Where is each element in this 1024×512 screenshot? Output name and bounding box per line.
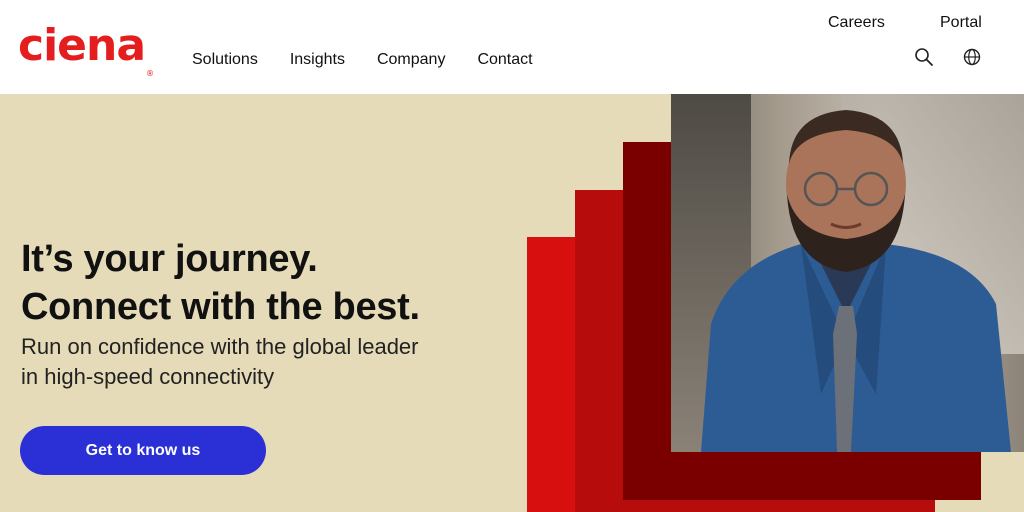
nav-solutions[interactable]: Solutions [192,50,258,70]
headline-line-2: Connect with the best. [21,286,420,328]
nav-insights[interactable]: Insights [290,50,345,70]
ciena-logo[interactable]: ciena® [18,24,154,79]
headline-line-1: It’s your journey. [21,238,318,280]
portal-link[interactable]: Portal [940,14,982,32]
site-header: ciena® Solutions Insights Company Contac… [0,0,1024,94]
hero-photo [671,94,1024,452]
get-to-know-us-button[interactable]: Get to know us [20,426,266,475]
hero-section: It’s your journey. Connect with the best… [0,94,1024,512]
nav-contact[interactable]: Contact [477,50,532,70]
nav-company[interactable]: Company [377,50,445,70]
hero-subhead: Run on confidence with the global leader… [21,334,419,389]
careers-link[interactable]: Careers [828,14,885,32]
hero-headline: It’s your journey. Connect with the best… [21,235,420,331]
main-nav: Solutions Insights Company Contact [192,50,533,70]
globe-icon[interactable] [962,47,982,67]
search-icon[interactable] [914,47,934,67]
